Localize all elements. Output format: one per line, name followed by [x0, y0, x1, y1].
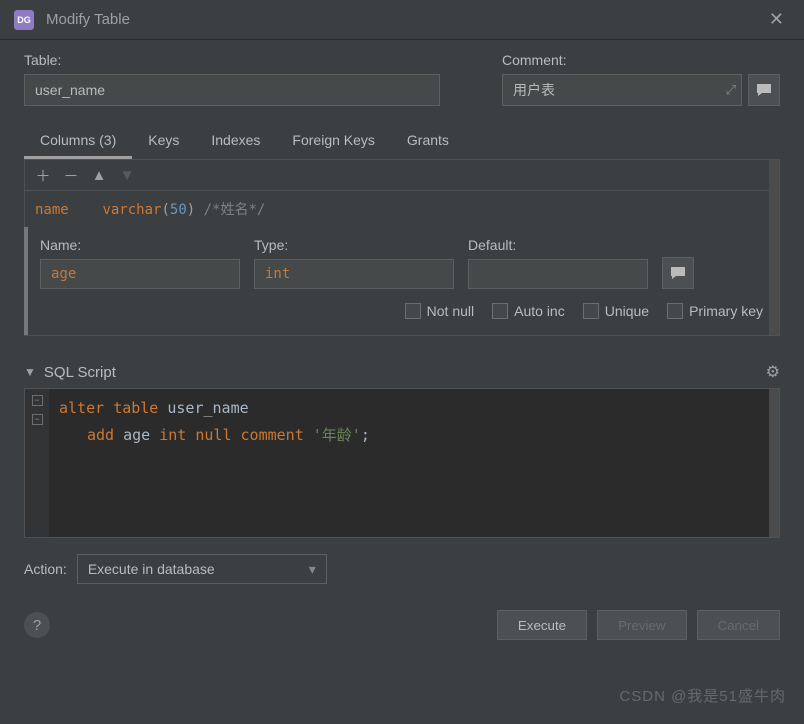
table-name-input[interactable]	[24, 74, 440, 106]
close-icon[interactable]: ✕	[763, 5, 790, 34]
column-row-name[interactable]: name varchar(50) /*姓名*/	[25, 191, 779, 227]
remove-column-button[interactable]: －	[59, 164, 83, 186]
gear-icon[interactable]: ⚙	[766, 362, 780, 382]
sql-code: alter table user_name add age int null c…	[49, 389, 380, 537]
default-dialog-button[interactable]	[662, 257, 694, 289]
speech-bubble-icon	[670, 266, 686, 280]
tab-columns[interactable]: Columns (3)	[24, 124, 132, 159]
cancel-button[interactable]: Cancel	[697, 610, 781, 640]
col-default-input[interactable]	[468, 259, 648, 289]
sql-script-title: SQL Script	[44, 364, 766, 381]
expand-icon[interactable]: ⤢	[726, 82, 736, 98]
unique-checkbox[interactable]: Unique	[583, 303, 649, 319]
comment-label: Comment:	[502, 52, 780, 68]
auto-inc-checkbox[interactable]: Auto inc	[492, 303, 565, 319]
col-name-label: Name:	[40, 237, 240, 253]
tab-grants[interactable]: Grants	[391, 124, 465, 159]
help-button[interactable]: ?	[24, 612, 50, 638]
fold-icon[interactable]: −	[32, 395, 43, 406]
move-down-button[interactable]: ▼	[115, 164, 139, 186]
action-label: Action:	[24, 561, 67, 577]
watermark: CSDN @我是51盛牛肉	[619, 685, 786, 706]
app-icon: DG	[14, 10, 34, 30]
tab-foreign-keys[interactable]: Foreign Keys	[276, 124, 390, 159]
tabs: Columns (3) Keys Indexes Foreign Keys Gr…	[24, 124, 780, 160]
comment-dialog-button[interactable]	[748, 74, 780, 106]
scrollbar[interactable]	[769, 160, 779, 335]
comment-input[interactable]	[502, 74, 742, 106]
primary-key-checkbox[interactable]: Primary key	[667, 303, 763, 319]
not-null-checkbox[interactable]: Not null	[405, 303, 474, 319]
chevron-down-icon: ▾	[309, 561, 316, 578]
scrollbar[interactable]	[769, 389, 779, 537]
fold-icon[interactable]: −	[32, 414, 43, 425]
chevron-down-icon[interactable]: ▼	[24, 365, 36, 379]
tab-indexes[interactable]: Indexes	[195, 124, 276, 159]
titlebar: DG Modify Table ✕	[0, 0, 804, 40]
table-label: Table:	[24, 52, 440, 68]
columns-panel: ＋ － ▲ ▼ name varchar(50) /*姓名*/ Name: Ty…	[24, 160, 780, 336]
col-type-input[interactable]	[254, 259, 454, 289]
column-editor: Name: Type: Default: Not null Auto inc	[24, 227, 779, 335]
action-select[interactable]: Execute in database ▾	[77, 554, 327, 584]
gutter: − −	[25, 389, 49, 537]
window-title: Modify Table	[46, 11, 763, 28]
col-default-label: Default:	[468, 237, 648, 253]
speech-bubble-icon	[756, 83, 772, 97]
sql-editor[interactable]: − − alter table user_name add age int nu…	[24, 388, 780, 538]
col-name-input[interactable]	[40, 259, 240, 289]
col-type-label: Type:	[254, 237, 454, 253]
move-up-button[interactable]: ▲	[87, 164, 111, 186]
execute-button[interactable]: Execute	[497, 610, 587, 640]
add-column-button[interactable]: ＋	[31, 164, 55, 186]
tab-keys[interactable]: Keys	[132, 124, 195, 159]
preview-button[interactable]: Preview	[597, 610, 686, 640]
